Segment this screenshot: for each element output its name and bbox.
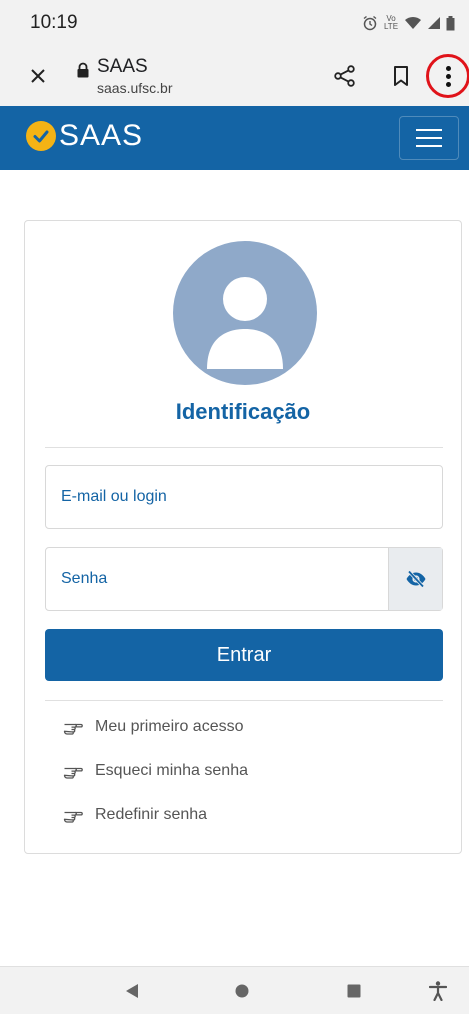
link-label: Redefinir senha — [95, 806, 208, 823]
volte-icon: Vo LTE — [383, 14, 399, 31]
site-logo[interactable]: SAAS — [26, 119, 143, 153]
eye-slash-icon — [406, 570, 425, 588]
login-card: Identificação Entrar — [24, 220, 462, 854]
check-icon — [26, 121, 56, 151]
status-bar: 10:19 Vo LTE — [0, 0, 469, 46]
status-icons: Vo LTE — [362, 15, 455, 31]
wifi-icon — [405, 16, 421, 29]
share-button[interactable] — [332, 63, 358, 89]
link-first-access[interactable]: Meu primeiro acesso — [63, 715, 244, 739]
nav-back-button[interactable] — [120, 979, 144, 1003]
email-input[interactable] — [46, 466, 442, 528]
logo-text: SAAS — [59, 119, 144, 152]
pointing-hand-icon — [63, 723, 83, 735]
hamburger-menu-button[interactable] — [399, 116, 459, 160]
links-divider — [45, 700, 443, 701]
link-reset-password[interactable]: Redefinir senha — [63, 803, 207, 827]
close-tab-button[interactable] — [26, 64, 50, 88]
page-title[interactable]: SAAS — [97, 56, 148, 78]
password-field[interactable] — [45, 547, 443, 611]
submit-button[interactable]: Entrar — [45, 629, 443, 681]
nav-recents-button[interactable] — [342, 979, 366, 1003]
browser-toolbar: SAAS saas.ufsc.br — [0, 46, 469, 106]
phone-screen: 10:19 Vo LTE SAAS saas.ufsc.br SAAS Iden… — [0, 0, 469, 1014]
email-field[interactable] — [45, 465, 443, 529]
alarm-icon — [363, 15, 377, 31]
home-icon — [235, 984, 249, 998]
link-label: Meu primeiro acesso — [95, 718, 244, 735]
page-url[interactable]: saas.ufsc.br — [97, 80, 172, 96]
back-icon — [126, 984, 138, 998]
login-title: Identificação — [175, 399, 311, 424]
link-forgot-password[interactable]: Esqueci minha senha — [63, 759, 248, 783]
more-vert-icon — [445, 65, 451, 87]
system-nav-bar — [0, 966, 469, 1014]
lock-icon — [77, 62, 89, 78]
password-input[interactable] — [46, 548, 442, 610]
more-options-button[interactable] — [426, 54, 469, 98]
share-icon — [334, 65, 355, 87]
hamburger-icon — [416, 129, 442, 131]
battery-icon — [446, 15, 455, 30]
status-time: 10:19 — [30, 12, 78, 33]
close-icon — [31, 69, 45, 83]
site-header: SAAS — [0, 106, 469, 170]
nav-accessibility-button[interactable] — [426, 979, 450, 1003]
pointing-hand-icon — [63, 811, 83, 823]
recents-icon — [347, 984, 361, 998]
bookmark-button[interactable] — [388, 63, 414, 89]
signal-icon — [428, 17, 440, 29]
toggle-password-visibility-button[interactable] — [388, 548, 442, 610]
link-label: Esqueci minha senha — [95, 762, 248, 779]
bookmark-icon — [394, 66, 408, 86]
user-avatar-icon — [173, 241, 317, 385]
accessibility-icon — [429, 981, 447, 1001]
title-divider — [45, 447, 443, 448]
pointing-hand-icon — [63, 767, 83, 779]
nav-home-button[interactable] — [230, 979, 254, 1003]
